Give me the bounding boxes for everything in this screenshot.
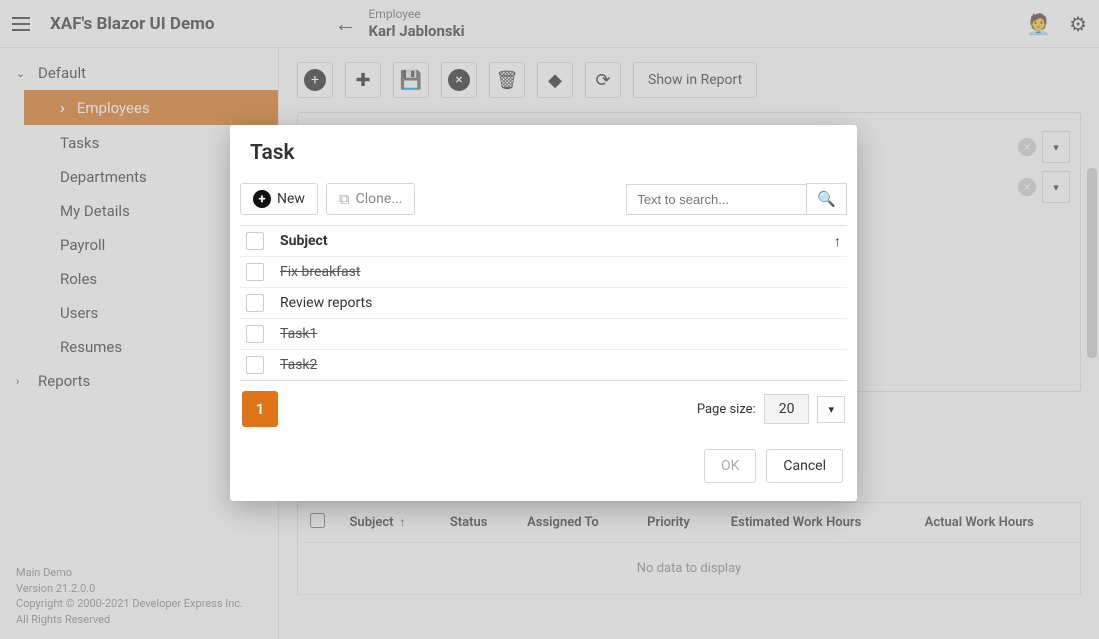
row-subject: Review reports xyxy=(274,295,841,311)
dialog-pager: 1 Page size: 20 ▾ xyxy=(230,381,857,427)
row-checkbox[interactable] xyxy=(246,263,264,281)
row-subject: Task1 xyxy=(274,326,841,342)
sort-ascending-icon: ↑ xyxy=(834,233,841,250)
page-size-dropdown[interactable]: ▾ xyxy=(817,396,845,423)
row-subject: Fix breakfast xyxy=(274,264,841,280)
row-checkbox[interactable] xyxy=(246,356,264,374)
page-size-value: 20 xyxy=(764,394,810,424)
table-row[interactable]: Task2 xyxy=(240,350,847,380)
plus-icon: + xyxy=(253,190,271,208)
dialog-toolbar: + New ⧉ Clone... 🔍 xyxy=(230,183,857,225)
select-all-checkbox[interactable] xyxy=(246,232,264,250)
table-row[interactable]: Task1 xyxy=(240,319,847,350)
table-row[interactable]: Review reports xyxy=(240,288,847,319)
table-row[interactable]: Fix breakfast xyxy=(240,257,847,288)
page-1-button[interactable]: 1 xyxy=(242,391,278,427)
dialog-title: Task xyxy=(230,125,857,183)
cancel-button[interactable]: Cancel xyxy=(766,449,843,483)
search-icon: 🔍 xyxy=(817,190,836,208)
clone-icon: ⧉ xyxy=(339,190,350,208)
row-checkbox[interactable] xyxy=(246,294,264,312)
search-button[interactable]: 🔍 xyxy=(806,183,847,215)
ok-button[interactable]: OK xyxy=(704,449,756,483)
dialog-footer: OK Cancel xyxy=(230,427,857,487)
col-subject[interactable]: Subject xyxy=(274,233,824,249)
dialog-grid: Subject ↑ Fix breakfast Review reports Tas… xyxy=(240,225,847,381)
row-checkbox[interactable] xyxy=(246,325,264,343)
row-subject: Task2 xyxy=(274,357,841,373)
dialog-grid-header: Subject ↑ xyxy=(240,226,847,257)
search-input[interactable] xyxy=(626,184,806,215)
dialog-clone-button: ⧉ Clone... xyxy=(326,183,415,215)
page-size-label: Page size: xyxy=(697,402,756,417)
dialog-new-button[interactable]: + New xyxy=(240,183,318,215)
task-lookup-dialog: Task + New ⧉ Clone... 🔍 Subject ↑ Fix br… xyxy=(230,125,857,501)
